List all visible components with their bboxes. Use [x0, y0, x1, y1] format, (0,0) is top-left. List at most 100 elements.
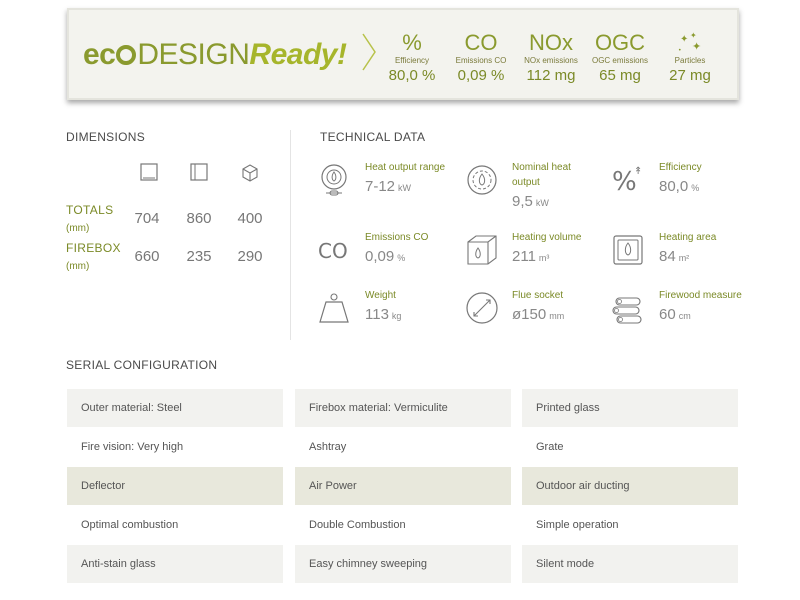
config-item: Silent mode — [522, 545, 738, 583]
tech-label-weight: Weight — [365, 290, 396, 301]
unit-text: cm — [678, 311, 691, 321]
value-text: 7-12 — [365, 178, 396, 195]
tech-value-flue-socket: ø150 mm — [512, 306, 564, 323]
config-item: Easy chimney sweeping — [295, 545, 511, 583]
percent-icon: % — [402, 30, 422, 55]
heating-area-icon — [613, 235, 643, 265]
value-text: 80,0 — [659, 178, 689, 195]
eco-stat-efficiency: % Efficiency 80,0 % — [375, 28, 449, 84]
weight-icon — [319, 293, 349, 323]
dim-firebox-height: 235 — [186, 248, 212, 265]
firewood-icon — [612, 297, 642, 324]
tech-value-nominal-heat: 9,5 kW — [512, 193, 549, 210]
tech-label-co: Emissions CO — [365, 232, 429, 243]
logo-o-ring — [116, 45, 137, 65]
logo-ready-text: Ready! — [249, 38, 347, 71]
co-icon: CO — [318, 239, 348, 263]
value-text: ø150 — [512, 306, 547, 323]
tech-label-nominal-heat: Nominal heat output — [512, 162, 571, 188]
eco-stat-label: OGC emissions — [591, 56, 648, 65]
ogc-symbol: OGC — [594, 30, 646, 55]
value-text: 211 — [512, 248, 536, 265]
serial-configuration-title: SERIAL CONFIGURATION — [66, 358, 218, 372]
eco-stat-value: 0,09 % — [457, 67, 505, 84]
tech-value-weight: 113 kg — [365, 306, 401, 323]
config-item: Outdoor air ducting — [522, 467, 738, 505]
tech-label-heat-output: Heat output range — [365, 162, 446, 173]
cube-icon — [242, 164, 258, 182]
technical-data-title: TECHNICAL DATA — [320, 130, 426, 144]
value-text: 0,09 — [365, 248, 395, 265]
flue-socket-icon — [466, 292, 498, 324]
config-item: Printed glass — [522, 389, 738, 427]
front-view-icon — [140, 163, 158, 181]
eco-stat-label: Particles — [674, 56, 706, 65]
eco-stat-label: Emissions CO — [455, 56, 507, 65]
value-text: 9,5 — [512, 193, 533, 210]
ecodesign-logo: ec DESIGNReady! — [83, 38, 347, 72]
side-view-icon — [190, 163, 208, 181]
config-item: Simple operation — [536, 519, 619, 531]
tech-value-heat-output: 7-12 kW — [365, 178, 411, 195]
eco-stat-label: Efficiency — [394, 56, 430, 65]
eco-stat-value: 65 mg — [599, 67, 641, 84]
config-item: Outer material: Steel — [67, 389, 283, 427]
value-text: 113 — [365, 306, 389, 323]
tech-value-co: 0,09% — [365, 248, 405, 265]
eco-stat-value: 112 mg — [526, 67, 576, 84]
tech-label-heating-volume: Heating volume — [512, 232, 582, 243]
svg-text:•: • — [678, 47, 682, 54]
eco-stat-value: 27 mg — [669, 67, 711, 84]
tech-value-heating-volume: 211 m³ — [512, 248, 549, 265]
co-symbol: CO — [464, 30, 498, 55]
eco-stat-value: 80,0 % — [388, 67, 436, 84]
tech-value-heating-area: 84 m² — [659, 248, 689, 265]
config-item: Optimal combustion — [81, 519, 179, 531]
svg-text:CO: CO — [318, 239, 348, 263]
dim-totals-height: 860 — [186, 210, 212, 227]
unit-text: kW — [535, 198, 549, 208]
dim-row-unit-firebox: (mm) — [66, 261, 90, 272]
nominal-heat-icon — [467, 165, 497, 195]
logo-design-text: DESIGN — [137, 38, 250, 71]
svg-text:✦: ✦ — [690, 31, 697, 40]
tech-label-heating-area: Heating area — [659, 232, 717, 243]
unit-text: m² — [678, 253, 690, 263]
dim-row-label-firebox: FIREBOX — [66, 241, 121, 255]
value-text: 60 — [659, 306, 676, 323]
config-item: Deflector — [67, 467, 283, 505]
unit-text: m³ — [538, 253, 550, 263]
ecodesign-banner: ec DESIGNReady! % Efficiency 80,0 % CO Em… — [67, 8, 739, 100]
dimensions-title: DIMENSIONS — [66, 130, 146, 144]
unit-text: kW — [398, 183, 412, 193]
unit-text: % — [691, 183, 700, 193]
efficiency-icon: % ↟ — [612, 166, 642, 197]
svg-text:✦: ✦ — [680, 34, 688, 45]
config-item: Double Combustion — [309, 519, 406, 531]
section-divider — [290, 130, 291, 340]
dim-firebox-depth: 290 — [237, 248, 263, 265]
tech-value-firewood: 60 cm — [659, 306, 691, 323]
unit-text: % — [397, 253, 406, 263]
config-item: Firebox material: Vermiculite — [295, 389, 511, 427]
config-item: Anti-stain glass — [67, 545, 283, 583]
svg-text:✦: ✦ — [692, 40, 701, 53]
eco-stat-co: CO Emissions CO 0,09 % — [444, 28, 518, 84]
config-item: Grate — [536, 441, 564, 453]
logo-eco-text: ec — [83, 38, 116, 71]
particles-icon: ✦ ✦ ✦ • — [653, 28, 727, 58]
unit-text: kg — [391, 311, 402, 321]
tech-label-efficiency: Efficiency — [659, 162, 702, 173]
config-item: Air Power — [295, 467, 511, 505]
nox-symbol: NOx — [529, 30, 573, 55]
svg-text:↟: ↟ — [634, 166, 642, 177]
heating-volume-icon — [467, 235, 497, 265]
eco-stat-ogc: OGC OGC emissions 65 mg — [583, 28, 657, 84]
dim-totals-depth: 400 — [237, 210, 263, 227]
eco-stat-nox: NOx NOx emissions 112 mg — [514, 28, 588, 84]
eco-stat-label: NOx emissions — [524, 56, 578, 65]
tech-label-firewood: Firewood measure — [659, 290, 742, 301]
dim-row-unit-totals: (mm) — [66, 223, 90, 234]
tech-value-efficiency: 80,0% — [659, 178, 699, 195]
eco-stat-particles: ✦ ✦ ✦ • Particles 27 mg — [653, 28, 727, 84]
